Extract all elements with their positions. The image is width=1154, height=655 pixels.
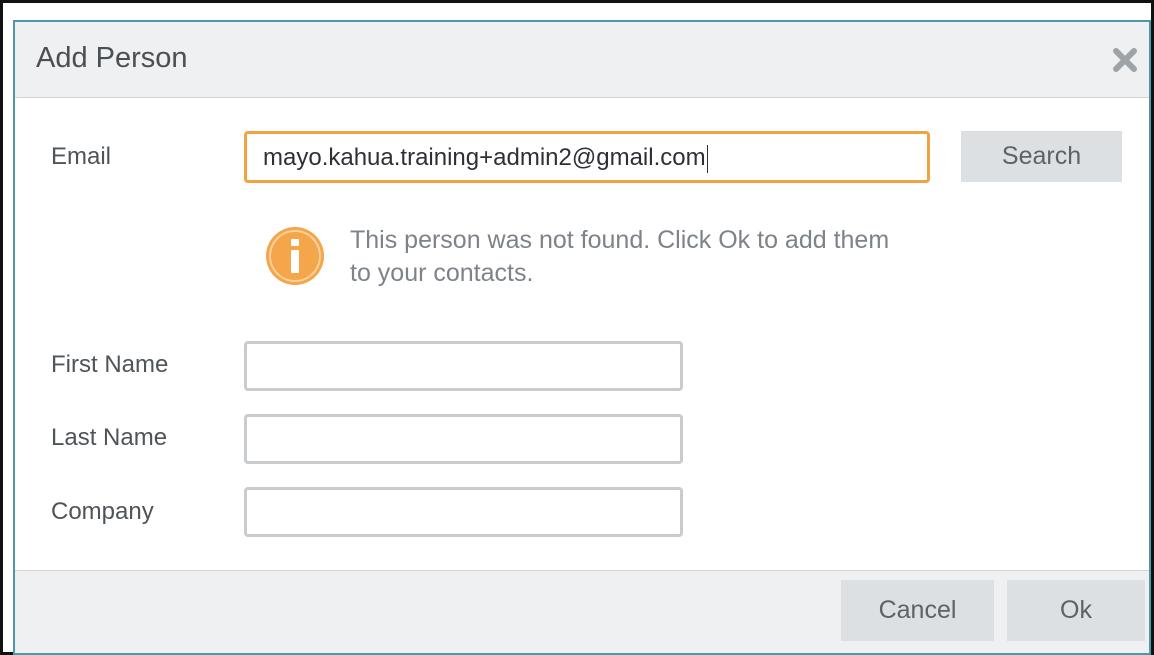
search-button[interactable]: Search	[961, 131, 1122, 182]
ok-button[interactable]: Ok	[1007, 580, 1145, 641]
last-name-label: Last Name	[51, 424, 168, 451]
email-value: mayo.kahua.training+admin2@gmail.com	[263, 144, 706, 171]
dialog-title: Add Person	[36, 42, 188, 74]
add-person-dialog: Add Person Email mayo.kahua.training+adm…	[13, 20, 1151, 655]
cancel-button[interactable]: Cancel	[841, 580, 994, 641]
text-caret	[706, 144, 708, 173]
screen-frame: Add Person Email mayo.kahua.training+adm…	[0, 0, 1154, 655]
last-name-input[interactable]	[244, 414, 683, 464]
info-icon	[264, 225, 326, 287]
dialog-header: Add Person	[15, 22, 1149, 98]
dialog-footer: Cancel Ok	[15, 570, 1149, 653]
company-label: Company	[51, 498, 154, 525]
close-icon[interactable]	[1109, 44, 1141, 76]
not-found-message: This person was not found. Click Ok to a…	[350, 226, 890, 287]
first-name-label: First Name	[51, 351, 169, 378]
company-input[interactable]	[244, 487, 683, 537]
first-name-input[interactable]	[244, 341, 683, 391]
email-input[interactable]: mayo.kahua.training+admin2@gmail.com	[244, 131, 930, 183]
email-label: Email	[51, 143, 112, 170]
